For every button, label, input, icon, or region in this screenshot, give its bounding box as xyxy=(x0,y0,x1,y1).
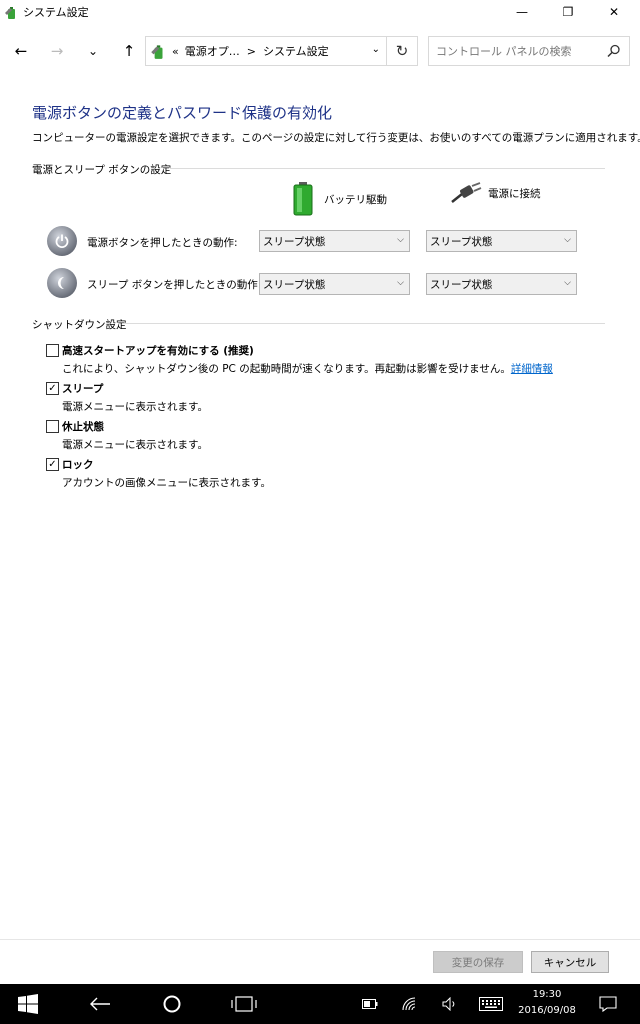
battery-column-header: バッテリ駆動 xyxy=(292,182,387,216)
keyboard-icon[interactable] xyxy=(476,984,506,1024)
recent-locations-icon[interactable]: ⌄ xyxy=(82,40,104,62)
wifi-icon[interactable] xyxy=(398,984,422,1024)
battery-status-icon[interactable] xyxy=(358,984,382,1024)
power-button-icon xyxy=(47,226,77,256)
window-title: システム設定 xyxy=(23,6,89,19)
sleep-button-battery-select[interactable]: スリープ状態 ⌵ xyxy=(259,273,410,295)
lock-description: アカウントの画像メニューに表示されます。 xyxy=(62,477,271,489)
chevron-down-icon[interactable]: ⌄ xyxy=(372,44,380,55)
hibernate-checkbox[interactable] xyxy=(46,420,59,433)
clock-date: 2016/09/08 xyxy=(518,1005,576,1016)
cancel-button[interactable]: キャンセル xyxy=(531,951,609,973)
back-icon[interactable]: ← xyxy=(10,40,32,62)
address-bar[interactable]: « 電源オプ… > システム設定 ⌄ xyxy=(145,36,387,66)
cortana-icon[interactable] xyxy=(156,984,188,1024)
page-description: コンピューターの電源設定を選択できます。このページの設定に対して行う変更は、お使… xyxy=(32,132,640,144)
volume-icon[interactable] xyxy=(438,984,462,1024)
breadcrumb-power-options[interactable]: 電源オプ… xyxy=(185,43,240,59)
shutdown-group-title: シャットダウン設定 xyxy=(32,319,127,331)
select-value: スリープ状態 xyxy=(430,235,493,248)
search-icon[interactable] xyxy=(607,44,621,58)
select-value: スリープ状態 xyxy=(263,235,326,248)
hibernate-label[interactable]: 休止状態 xyxy=(62,419,104,434)
restore-button[interactable]: ❐ xyxy=(545,0,591,24)
power-button-battery-select[interactable]: スリープ状態 ⌵ xyxy=(259,230,410,252)
battery-label: バッテリ駆動 xyxy=(324,193,387,206)
breadcrumb-prefix[interactable]: « xyxy=(172,45,179,58)
up-icon[interactable]: ↑ xyxy=(118,40,140,62)
fast-startup-label[interactable]: 高速スタートアップを有効にする (推奨) xyxy=(62,343,254,358)
select-value: スリープ状態 xyxy=(263,278,326,291)
sleep-label[interactable]: スリープ xyxy=(62,381,103,396)
fast-startup-checkbox[interactable] xyxy=(46,344,59,357)
taskbar-clock[interactable]: 19:30 2016/09/08 xyxy=(512,987,582,1019)
divider xyxy=(122,323,605,324)
control-panel-icon xyxy=(5,7,15,19)
task-view-icon[interactable] xyxy=(228,984,260,1024)
close-button[interactable]: ✕ xyxy=(591,0,637,24)
power-group-title: 電源とスリープ ボタンの設定 xyxy=(32,164,172,176)
sleep-description: 電源メニューに表示されます。 xyxy=(62,401,208,413)
chevron-down-icon: ⌵ xyxy=(397,278,404,288)
navigation-bar: ← → ⌄ ↑ « 電源オプ… > システム設定 ⌄ ↻ コントロール パネルの… xyxy=(0,30,640,72)
refresh-button[interactable]: ↻ xyxy=(386,36,418,66)
sleep-button-label: スリープ ボタンを押したときの動作: xyxy=(87,279,262,291)
control-panel-icon xyxy=(151,45,163,59)
chevron-down-icon: ⌵ xyxy=(564,278,571,288)
lock-label[interactable]: ロック xyxy=(62,457,94,472)
forward-icon[interactable]: → xyxy=(46,40,68,62)
sleep-button-icon xyxy=(47,268,77,298)
search-placeholder: コントロール パネルの検索 xyxy=(436,45,572,58)
action-center-icon[interactable] xyxy=(596,984,620,1024)
breadcrumb-separator-icon[interactable]: > xyxy=(247,45,256,58)
chevron-down-icon: ⌵ xyxy=(397,235,404,245)
sleep-button-plugged-select[interactable]: スリープ状態 ⌵ xyxy=(426,273,577,295)
minimize-button[interactable]: — xyxy=(499,0,545,24)
battery-icon xyxy=(293,182,313,216)
clock-time: 19:30 xyxy=(532,989,562,1000)
divider xyxy=(170,168,605,169)
power-button-label: 電源ボタンを押したときの動作: xyxy=(87,237,238,249)
more-info-link[interactable]: 詳細情報 xyxy=(511,363,553,375)
back-arrow-icon[interactable] xyxy=(84,984,116,1024)
search-input[interactable]: コントロール パネルの検索 xyxy=(428,36,630,66)
plugged-column-header: 電源に接続 xyxy=(450,182,541,204)
power-plug-icon xyxy=(451,182,482,203)
chevron-down-icon: ⌵ xyxy=(564,235,571,245)
plugged-label: 電源に接続 xyxy=(488,187,541,200)
fast-startup-description: これにより、シャットダウン後の PC の起動時間が速くなります。再起動は影響を受… xyxy=(62,361,553,376)
sleep-checkbox[interactable]: ✓ xyxy=(46,382,59,395)
windows-start-icon[interactable] xyxy=(12,984,44,1024)
footer-divider xyxy=(0,939,640,940)
breadcrumb-system-settings[interactable]: システム設定 xyxy=(263,43,329,59)
save-changes-button[interactable]: 変更の保存 xyxy=(433,951,523,973)
page-title: 電源ボタンの定義とパスワード保護の有効化 xyxy=(32,104,333,122)
fast-startup-description-text: これにより、シャットダウン後の PC の起動時間が速くなります。再起動は影響を受… xyxy=(62,363,511,375)
power-button-plugged-select[interactable]: スリープ状態 ⌵ xyxy=(426,230,577,252)
taskbar: 19:30 2016/09/08 xyxy=(0,984,640,1024)
lock-checkbox[interactable]: ✓ xyxy=(46,458,59,471)
hibernate-description: 電源メニューに表示されます。 xyxy=(62,439,208,451)
select-value: スリープ状態 xyxy=(430,278,493,291)
